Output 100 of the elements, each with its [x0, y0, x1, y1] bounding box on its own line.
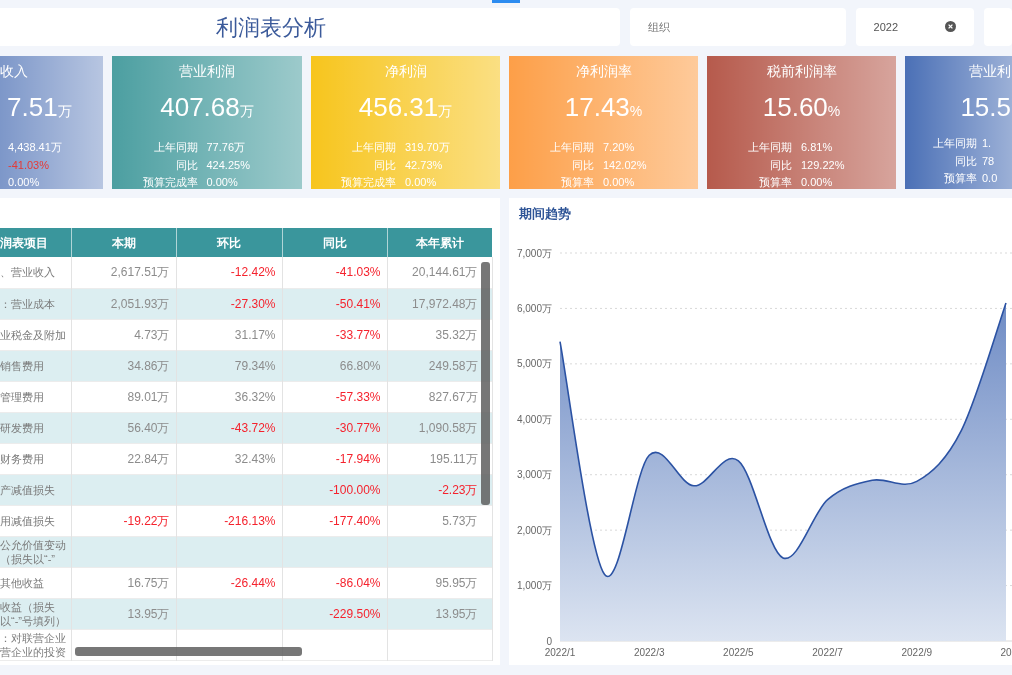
table-cell: 13.95万 — [387, 598, 492, 629]
card-title: 净利润率 — [575, 62, 632, 80]
stat-label: 预算率 — [560, 175, 594, 189]
table-cell: 产减值损失 — [0, 474, 71, 505]
stat-value: 4,438.41万 — [8, 140, 63, 155]
stat-value: 0.00% — [801, 175, 834, 189]
table-cell: -100.00% — [282, 474, 387, 505]
stat-value: 1. — [982, 136, 993, 151]
table-cell: 16.75万 — [71, 567, 176, 598]
stat-label: 同比 — [954, 153, 977, 169]
stat-label: 上年同期 — [932, 136, 977, 151]
table-cell: 32.43% — [176, 443, 282, 474]
table-cell: -19.22万 — [71, 505, 176, 536]
table-cell: 5.73万 — [387, 505, 492, 536]
y-axis-label: 5,000万 — [516, 358, 552, 370]
x-axis-label: 2022/9 — [901, 647, 933, 658]
table-cell: 其他收益 — [0, 567, 71, 598]
table-cell: 销售费用 — [0, 350, 71, 381]
table-cell: -86.04% — [282, 567, 387, 598]
table-cell: 、营业收入 — [0, 257, 71, 288]
table-cell: -30.77% — [282, 412, 387, 443]
table-cell: -216.13% — [176, 505, 282, 536]
stat-value: 0.00% — [206, 175, 239, 189]
stat-value: 424.25% — [206, 157, 251, 173]
table-cell: 管理费用 — [0, 381, 71, 412]
stat-label: 同比 — [174, 157, 198, 173]
stat-label: 同比 — [769, 157, 792, 173]
kpi-value: 407.68万 — [160, 92, 254, 124]
vertical-scrollbar[interactable] — [481, 262, 490, 505]
stat-label: 上年同期 — [747, 140, 792, 155]
card-title: 营业利润 — [179, 62, 235, 80]
stat-value: 0.00% — [405, 175, 438, 189]
table-cell: -17.94% — [282, 443, 387, 474]
x-axis-label: 2022/5 — [723, 647, 754, 658]
y-axis-label: 6,000万 — [516, 302, 552, 314]
kpi-value: 7.51万 — [6, 92, 72, 124]
table-cell: -177.40% — [282, 505, 387, 536]
stat-value: 7.20% — [603, 140, 636, 155]
stat-label: 预算率 — [758, 175, 792, 189]
table-cell: 22.84万 — [71, 443, 176, 474]
table-cell: 2,617.51万 — [71, 257, 176, 288]
y-axis-label: 0 — [546, 635, 552, 647]
stat-value: 0.00% — [603, 175, 636, 189]
table-cell: 用减值损失 — [0, 505, 71, 536]
stat-label: 上年同期 — [549, 140, 594, 155]
stat-label: 上年同期 — [152, 140, 198, 155]
table-cell: 财务费用 — [0, 443, 71, 474]
kpi-value: 15.5 — [960, 92, 1012, 122]
stat-value: -41.03% — [8, 157, 50, 173]
filter-field[interactable]: 组织 — [629, 8, 846, 46]
stat-label: 上年同期 — [351, 140, 396, 155]
clear-icon[interactable] — [945, 21, 956, 32]
stat-label: 预算完成率 — [340, 175, 396, 189]
table-cell: 31.17% — [176, 319, 282, 350]
horizontal-scrollbar[interactable] — [75, 647, 302, 656]
y-axis-label: 2,000万 — [516, 524, 552, 536]
card-title: 税前利润率 — [766, 62, 837, 80]
table-cell: 79.34% — [176, 350, 282, 381]
table-cell: -26.44% — [176, 567, 282, 598]
chart-title: 期间趋势 — [519, 206, 572, 222]
table-cell: 66.80% — [282, 350, 387, 381]
table-cell: -229.50% — [282, 598, 387, 629]
tab-indicator — [492, 0, 520, 3]
stat-label: 预算率 — [943, 171, 977, 186]
table-cell: 公允价值变动（损失以“-” — [0, 536, 71, 567]
table-cell: ：对联营企业营企业的投资 — [0, 629, 71, 660]
table-cell: 2,051.93万 — [71, 288, 176, 319]
stat-value: 0.00% — [8, 175, 41, 189]
stat-label: 预算完成率 — [141, 175, 198, 189]
table-cell: 13.95万 — [71, 598, 176, 629]
kpi-value: 15.60% — [762, 92, 841, 124]
stat-label: 同比 — [571, 157, 594, 173]
table-cell: -57.33% — [282, 381, 387, 412]
stat-value: 77.76万 — [206, 140, 247, 155]
kpi-value: 17.43% — [564, 92, 643, 124]
stat-value: 142.02% — [603, 157, 648, 173]
y-axis-label: 4,000万 — [516, 413, 552, 425]
table-cell: 4.73万 — [71, 319, 176, 350]
page-title: 利润表分析 — [216, 13, 326, 42]
card-title: 营业利 — [969, 62, 1012, 80]
x-axis-label: 20 — [1000, 647, 1012, 658]
x-axis-label: 2022/7 — [812, 647, 843, 658]
stat-value: 319.70万 — [405, 140, 451, 155]
table-cell: -50.41% — [282, 288, 387, 319]
filter-field[interactable]: 2022 — [855, 8, 974, 46]
card-title: 净利润 — [384, 62, 427, 80]
table-cell: 业税金及附加 — [0, 319, 71, 350]
stat-label: 同比 — [373, 157, 396, 173]
table-cell: -27.30% — [176, 288, 282, 319]
table-cell: -12.42% — [176, 257, 282, 288]
table-cell: 36.32% — [176, 381, 282, 412]
table-cell: 收益（损失以“-”号填列） — [0, 598, 71, 629]
y-axis-label: 3,000万 — [516, 469, 552, 481]
stat-value: 42.73% — [405, 157, 444, 173]
stat-value: 78 — [982, 153, 996, 169]
card-title: 收入 — [0, 62, 28, 80]
table-cell: -41.03% — [282, 257, 387, 288]
table-cell: ：营业成本 — [0, 288, 71, 319]
table-cell: 95.95万 — [387, 567, 492, 598]
x-axis-label: 2022/1 — [544, 647, 576, 658]
